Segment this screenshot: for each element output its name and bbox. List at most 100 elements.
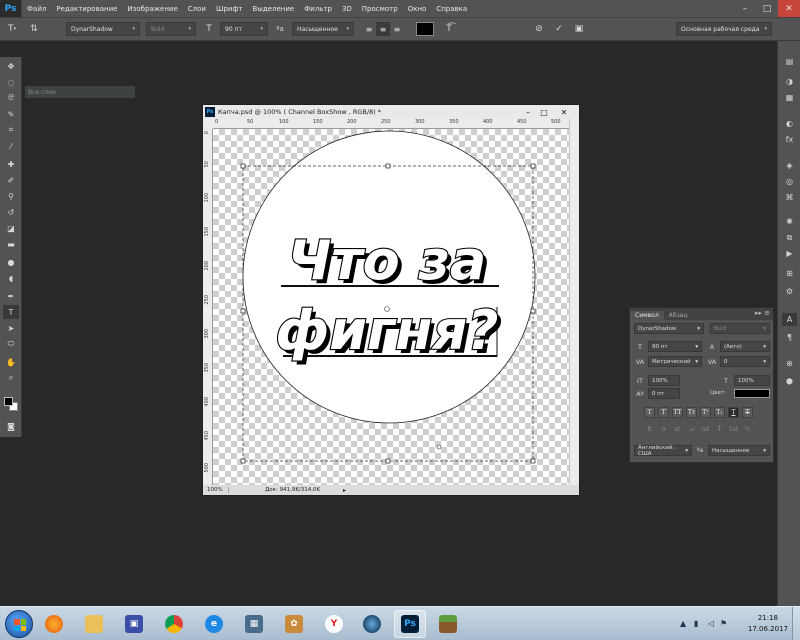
glyphs-panel-icon[interactable]: ⊕ xyxy=(782,357,797,370)
swatches-panel-icon[interactable]: ▦ xyxy=(782,91,797,104)
cp-baseline-shift-field[interactable]: 0 пт xyxy=(648,388,680,399)
adjustments-panel-icon[interactable]: ◐ xyxy=(782,117,797,130)
doc-maximize-icon[interactable]: □ xyxy=(537,105,551,119)
type-tool-icon[interactable]: T xyxy=(3,305,19,319)
dodge-tool-icon[interactable]: ◖ xyxy=(3,271,19,285)
ruler-origin[interactable] xyxy=(203,119,213,129)
antialias-select[interactable]: Насыщенное ▾ xyxy=(292,22,354,36)
cp-font-size-select[interactable]: 90 пт ▾ xyxy=(648,341,702,352)
blur-tool-icon[interactable]: ● xyxy=(3,255,19,269)
menu-file[interactable]: Файл xyxy=(22,5,51,13)
layers-panel-icon[interactable]: ◈ xyxy=(782,159,797,172)
text-line1[interactable]: Что за xyxy=(287,228,488,293)
taskbar-photoshop[interactable]: Ps xyxy=(394,610,426,638)
menu-window[interactable]: Окно xyxy=(403,5,432,13)
styles-panel-icon[interactable]: fx xyxy=(782,133,797,146)
ellipse-tool-icon[interactable]: ⬭ xyxy=(3,337,19,351)
opentype-ligatures-icon[interactable]: fi xyxy=(644,424,655,435)
menu-help[interactable]: Справка xyxy=(431,5,472,13)
cp-leading-select[interactable]: (Авто) ▾ xyxy=(720,341,770,352)
type-tool-preset-icon[interactable]: T ▾ xyxy=(4,22,20,36)
color-panel-icon[interactable]: ◑ xyxy=(782,75,797,88)
status-menu-arrow-icon[interactable]: ▸ xyxy=(343,487,346,494)
small-caps-button[interactable]: Tт xyxy=(686,407,697,418)
quick-mask-icon[interactable]: ◙ xyxy=(3,419,19,433)
font-size-select[interactable]: 90 пт ▾ xyxy=(220,22,268,36)
pen-tool-icon[interactable]: ✒ xyxy=(3,289,19,303)
info-panel-icon[interactable]: ⊞ xyxy=(782,267,797,280)
history-brush-tool-icon[interactable]: ↺ xyxy=(3,205,19,219)
clone-source-panel-icon[interactable]: ⧉ xyxy=(782,231,797,244)
channels-panel-icon[interactable]: ◎ xyxy=(782,175,797,188)
healing-brush-tool-icon[interactable]: ✚ xyxy=(3,157,19,171)
crop-tool-icon[interactable]: ⌗ xyxy=(3,123,19,137)
history-panel-icon[interactable]: ▤ xyxy=(782,55,797,68)
eyedropper-tool-icon[interactable]: ⁄ xyxy=(3,139,19,153)
paragraph-panel-icon[interactable]: ¶ xyxy=(782,331,797,344)
zoom-level[interactable]: 100% xyxy=(203,487,229,493)
tab-character[interactable]: Символ xyxy=(630,311,664,320)
menu-layers[interactable]: Слои xyxy=(183,5,211,13)
menu-3d[interactable]: 3D xyxy=(337,5,357,13)
taskbar-ie[interactable]: e xyxy=(198,610,230,638)
tray-network-icon[interactable]: ▮ xyxy=(694,619,698,628)
text-color-swatch[interactable] xyxy=(416,22,434,36)
taskbar-save-app[interactable]: ▣ xyxy=(118,610,150,638)
clone-stamp-tool-icon[interactable]: ⚲ xyxy=(3,189,19,203)
clock-date[interactable]: 17.06.2017 xyxy=(748,625,788,633)
taskbar-app-6[interactable]: ▦ xyxy=(238,610,270,638)
3d-panel-icon[interactable]: ⬢ xyxy=(782,375,797,388)
taskbar-app-9[interactable] xyxy=(356,610,388,638)
opentype-swash-icon[interactable]: st xyxy=(672,424,683,435)
text-line2[interactable]: фигня? xyxy=(274,298,499,363)
tray-arrow-icon[interactable]: ▲ xyxy=(680,619,686,628)
taskbar-firefox[interactable] xyxy=(38,610,70,638)
start-button[interactable] xyxy=(5,610,33,638)
document-title-bar[interactable]: Ps Капча.psd @ 100% ( Channel BoxShow , … xyxy=(203,105,579,119)
cp-kerning-select[interactable]: Метрический ▾ xyxy=(648,356,702,367)
tab-paragraph[interactable]: Абзац xyxy=(664,311,693,320)
opentype-fractions-icon[interactable]: ½ xyxy=(742,424,753,435)
opentype-ordinals-icon[interactable]: T xyxy=(714,424,725,435)
3d-extrude-icon[interactable]: ▣ xyxy=(572,22,586,36)
menu-edit[interactable]: Редактирование xyxy=(51,5,122,13)
foreground-color-swatch[interactable] xyxy=(4,397,13,406)
taskbar-explorer[interactable] xyxy=(78,610,110,638)
menu-filter[interactable]: Фильтр xyxy=(299,5,337,13)
warp-text-icon[interactable]: T͡ xyxy=(442,22,456,36)
opentype-old-style-icon[interactable]: ơ xyxy=(658,424,669,435)
panel-menu-icon[interactable]: ▸▸ ≡ xyxy=(755,309,770,317)
clock-time[interactable]: 21:18 xyxy=(758,614,778,622)
document-canvas[interactable]: Что за фигня? Что за фигня? xyxy=(213,129,569,485)
taskbar-app-7[interactable]: ✿ xyxy=(278,610,310,638)
opentype-titling-icon[interactable]: ad xyxy=(700,424,711,435)
properties-panel-icon[interactable]: ⚙ xyxy=(782,285,797,298)
taskbar-minecraft[interactable] xyxy=(432,610,464,638)
paths-panel-icon[interactable]: ⌘ xyxy=(782,191,797,204)
font-style-select[interactable]: Bold ▾ xyxy=(146,22,196,36)
strikethrough-button[interactable]: T xyxy=(742,407,753,418)
brush-panel-icon[interactable]: ✺ xyxy=(782,215,797,228)
subscript-button[interactable]: T₁ xyxy=(714,407,725,418)
taskbar-yandex[interactable]: Y xyxy=(318,610,350,638)
cp-font-family-select[interactable]: DynarShadow ▾ xyxy=(634,323,704,334)
cp-horizontal-scale-field[interactable]: 100% xyxy=(734,375,770,386)
marquee-tool-icon[interactable]: ◌ xyxy=(3,75,19,89)
cp-font-style-select[interactable]: Bold ▾ xyxy=(710,323,770,334)
cp-antialias-select[interactable]: Насыщенное ▾ xyxy=(708,445,770,456)
workspace-select[interactable]: Основная рабочая среда ▾ xyxy=(676,22,772,36)
vertical-scrollbar[interactable] xyxy=(569,119,579,485)
eraser-tool-icon[interactable]: ◪ xyxy=(3,221,19,235)
menu-image[interactable]: Изображение xyxy=(122,5,182,13)
lasso-tool-icon[interactable]: ᘓ xyxy=(3,91,19,105)
align-left-icon[interactable]: ≡ xyxy=(362,22,376,36)
toggle-text-orientation-icon[interactable]: ⇅ xyxy=(28,22,40,36)
opentype-ordinal-icon[interactable]: 1st xyxy=(728,424,739,435)
cp-vertical-scale-field[interactable]: 100% xyxy=(648,375,680,386)
taskbar-chrome[interactable] xyxy=(158,610,190,638)
font-family-select[interactable]: DynarShadow ▾ xyxy=(66,22,140,36)
hand-tool-icon[interactable]: ✋ xyxy=(3,355,19,369)
zoom-tool-icon[interactable]: ⌕ xyxy=(3,371,19,385)
menu-select[interactable]: Выделение xyxy=(248,5,300,13)
align-center-icon[interactable]: ≡ xyxy=(376,22,390,36)
